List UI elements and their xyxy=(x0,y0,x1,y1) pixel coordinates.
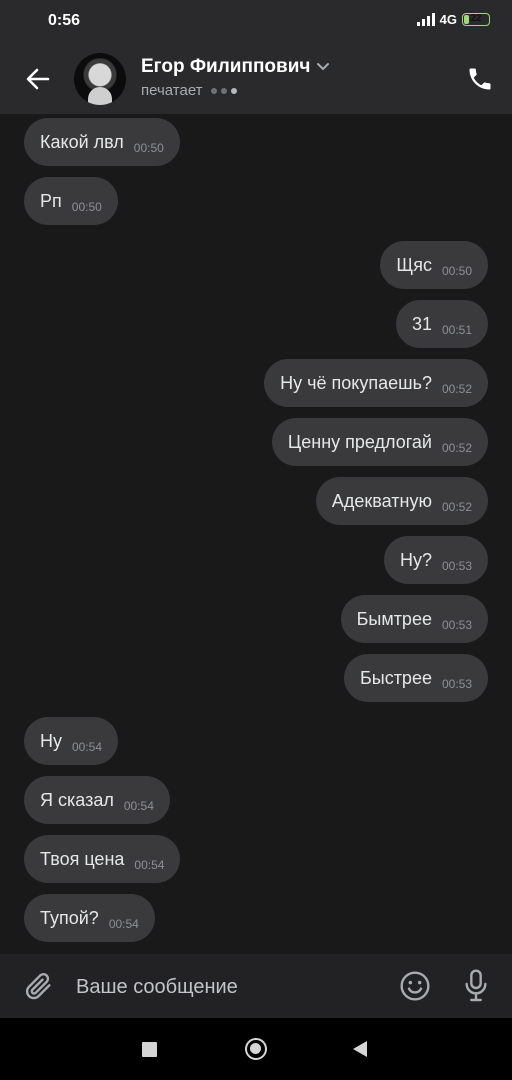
message-time: 00:54 xyxy=(134,858,165,872)
message-bubble[interactable]: Щяс 00:50 xyxy=(380,241,488,289)
contact-name[interactable]: Егор Филиппович xyxy=(141,56,330,78)
message-composer xyxy=(0,954,512,1018)
contact-name-text: Егор Филиппович xyxy=(141,56,311,77)
microphone-icon xyxy=(465,969,487,1002)
message-text: Ну чё покупаешь? xyxy=(280,372,432,393)
arrow-left-icon xyxy=(26,68,50,90)
message-text: Быстрее xyxy=(359,667,432,688)
message-time: 00:53 xyxy=(441,618,472,632)
message-bubble[interactable]: Ну? 00:53 xyxy=(383,536,488,584)
message-text: 31 xyxy=(411,313,432,334)
message-bubble[interactable]: Рп 00:50 xyxy=(24,177,118,225)
system-navigation-bar xyxy=(0,1018,512,1080)
phone-icon xyxy=(469,68,491,90)
signal-icon xyxy=(416,13,435,26)
avatar-figure xyxy=(88,87,112,105)
message-text: Какой лвл xyxy=(40,131,124,152)
typing-dots-icon xyxy=(210,87,237,94)
voice-message-button[interactable] xyxy=(460,968,492,1004)
message-bubble[interactable]: Адекватную 00:52 xyxy=(315,477,488,525)
message-time: 00:50 xyxy=(133,141,164,155)
message-time: 00:51 xyxy=(441,323,472,337)
message-time: 00:53 xyxy=(441,559,472,573)
message-input[interactable] xyxy=(74,968,378,1006)
message-bubble[interactable]: Я сказал 00:54 xyxy=(24,776,170,824)
back-button[interactable] xyxy=(22,63,54,95)
network-type: 4G xyxy=(439,12,457,27)
emoji-button[interactable] xyxy=(399,970,431,1002)
message-time: 00:50 xyxy=(71,200,102,214)
system-back-button[interactable] xyxy=(353,1041,367,1057)
message-text: Твоя цена xyxy=(40,848,125,869)
call-button[interactable] xyxy=(466,65,494,93)
battery-level: 22 xyxy=(470,13,482,24)
message-time: 00:50 xyxy=(441,264,472,278)
avatar[interactable] xyxy=(74,53,126,105)
message-time: 00:52 xyxy=(441,441,472,455)
message-time: 00:54 xyxy=(72,740,103,754)
battery-icon: 22 xyxy=(462,13,490,26)
home-button[interactable] xyxy=(245,1038,267,1060)
message-text: Ценну предлогай xyxy=(287,431,432,452)
message-time: 00:54 xyxy=(123,799,154,813)
message-bubble[interactable]: Ценну предлогай 00:52 xyxy=(271,418,488,466)
paperclip-icon xyxy=(25,973,51,1000)
message-text: Бымтрее xyxy=(356,608,432,629)
chat-header: Егор Филиппович печатает xyxy=(0,44,512,114)
message-bubble[interactable]: Тупой? 00:54 xyxy=(24,894,155,942)
smiley-icon xyxy=(400,971,430,1001)
chevron-down-icon xyxy=(317,63,330,71)
attach-button[interactable] xyxy=(22,970,54,1002)
message-time: 00:53 xyxy=(441,677,472,691)
message-bubble[interactable]: 31 00:51 xyxy=(395,300,488,348)
message-text: Я сказал xyxy=(40,789,114,810)
typing-status-text: печатает xyxy=(141,82,203,99)
message-text: Рп xyxy=(40,190,62,211)
message-bubble[interactable]: Быстрее 00:53 xyxy=(343,654,488,702)
message-time: 00:52 xyxy=(441,500,472,514)
message-time: 00:54 xyxy=(108,917,139,931)
contact-status: печатает xyxy=(141,82,237,99)
message-bubble[interactable]: Ну чё покупаешь? 00:52 xyxy=(264,359,488,407)
message-text: Щяс xyxy=(396,254,432,275)
home-icon xyxy=(250,1043,261,1054)
message-bubble[interactable]: Бымтрее 00:53 xyxy=(340,595,488,643)
message-bubble[interactable]: Ну 00:54 xyxy=(24,717,119,765)
message-bubble[interactable]: Твоя цена 00:54 xyxy=(24,835,181,883)
message-text: Тупой? xyxy=(40,907,99,928)
message-text: Ну? xyxy=(399,549,432,570)
message-text: Адекватную xyxy=(331,490,432,511)
status-bar: 0:56 4G 22 xyxy=(0,0,512,44)
message-time: 00:52 xyxy=(441,382,472,396)
recent-apps-button[interactable] xyxy=(142,1042,157,1057)
message-list[interactable]: Какой лвл 00:50 Рп 00:50 Щяс 00:50 31 00… xyxy=(0,114,512,954)
status-indicators: 4G 22 xyxy=(416,12,490,27)
status-time: 0:56 xyxy=(48,12,81,29)
message-bubble[interactable]: Какой лвл 00:50 xyxy=(24,118,180,166)
message-text: Ну xyxy=(40,730,62,751)
